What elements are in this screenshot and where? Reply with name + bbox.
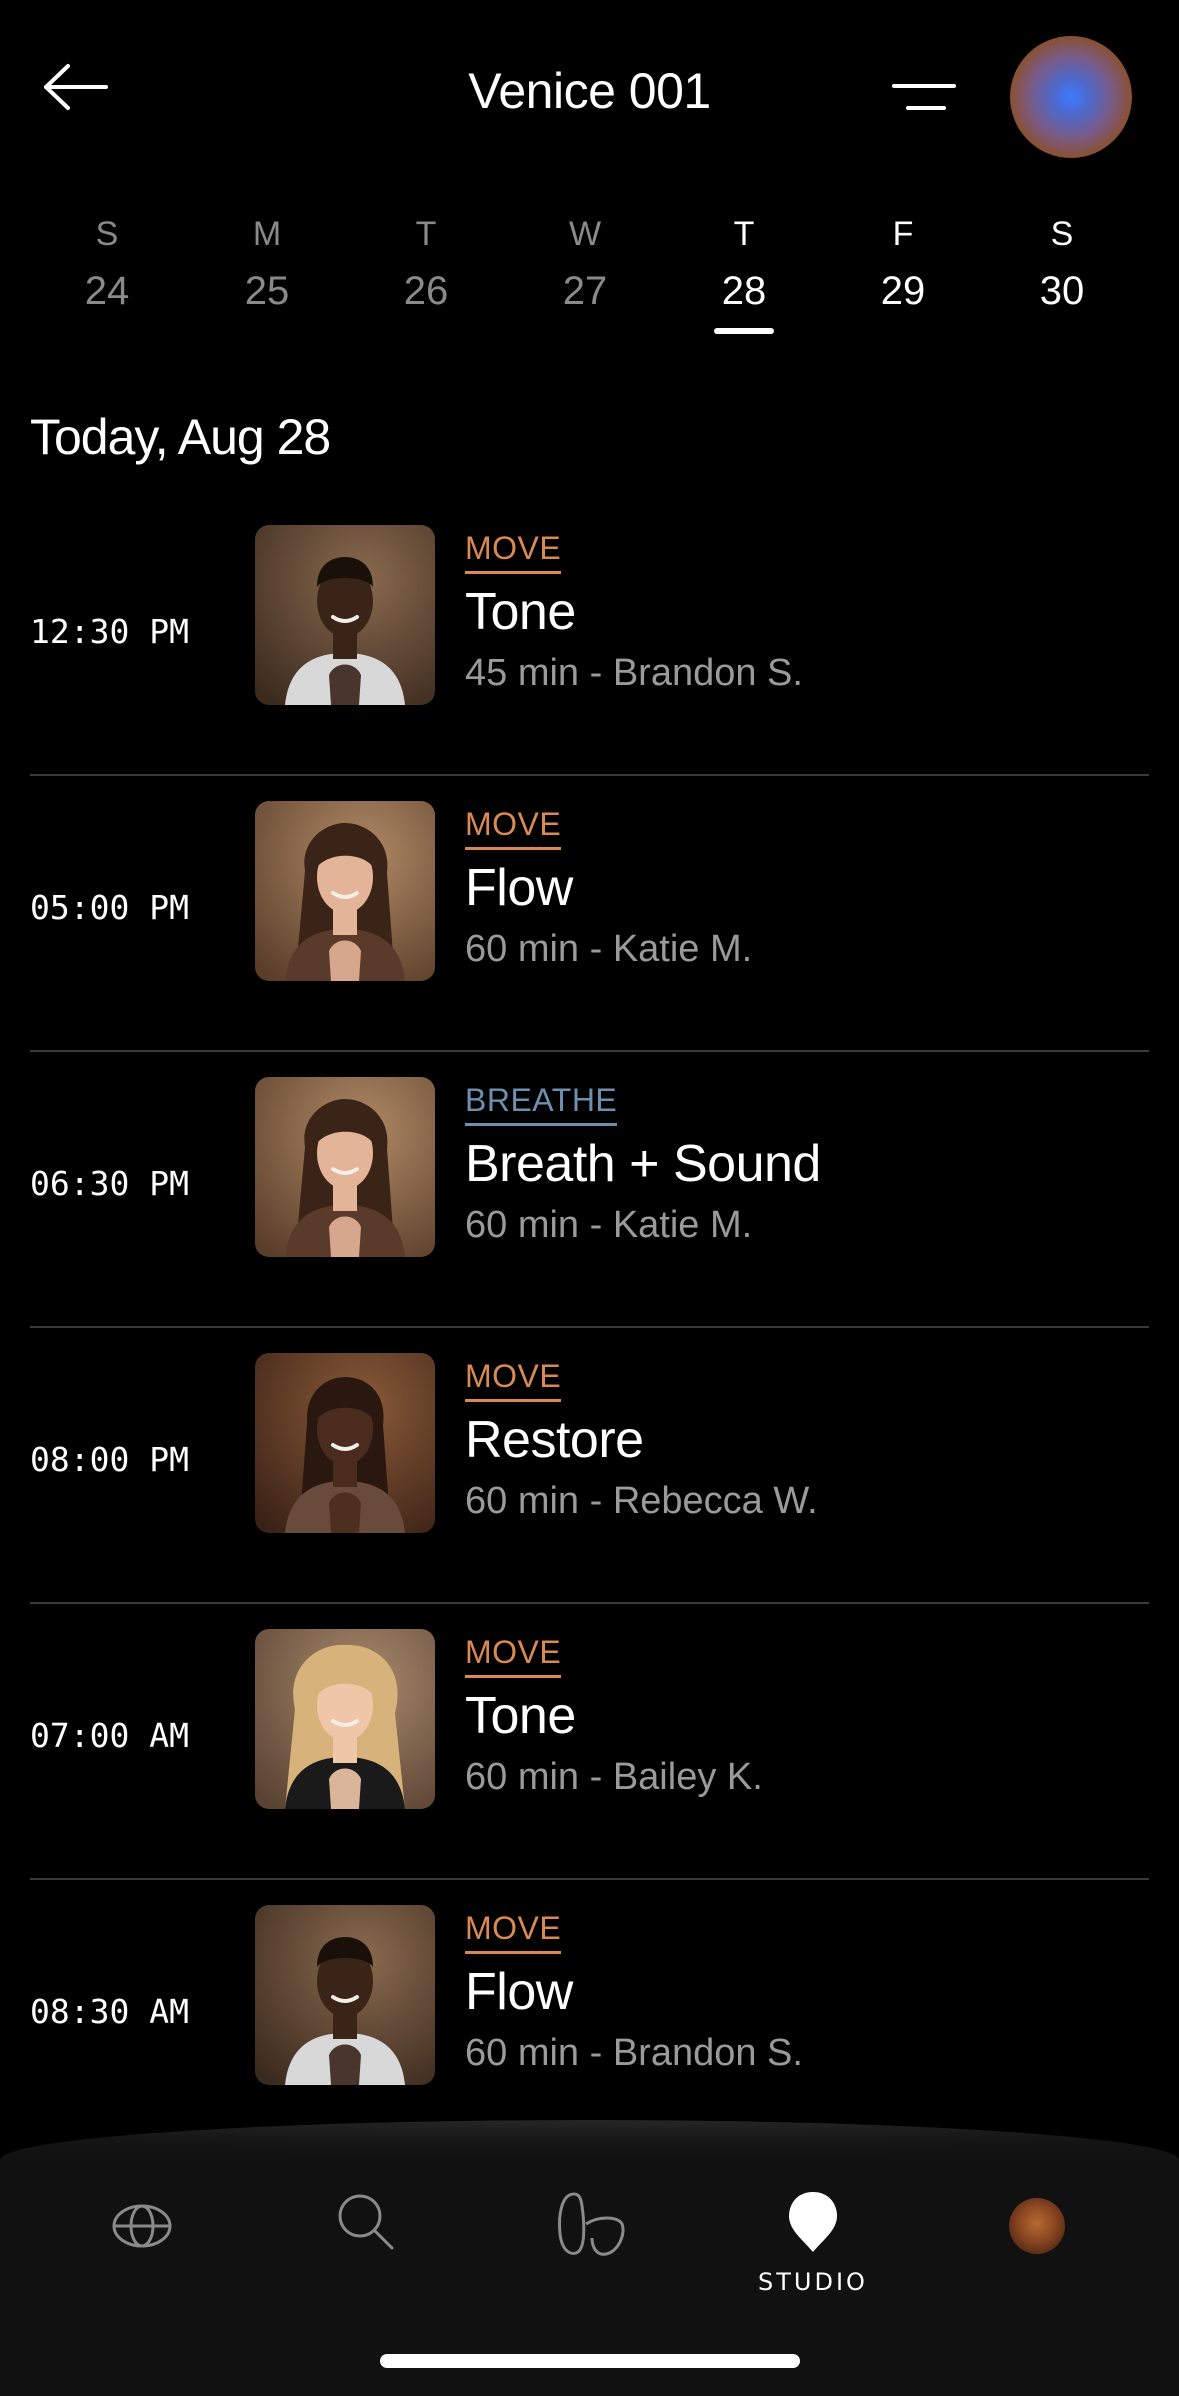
day-number: 30 — [1039, 269, 1085, 313]
top-bar: Venice 001 — [0, 0, 1179, 190]
home-indicator — [380, 2354, 800, 2368]
date-heading: Today, Aug 28 — [30, 409, 331, 465]
class-category: MOVE — [465, 1910, 562, 1954]
day-of-week: T — [733, 215, 755, 253]
instructor-photo — [255, 801, 435, 981]
instructor-photo — [255, 1905, 435, 2085]
class-name: Restore — [465, 1411, 644, 1469]
tab-practice[interactable] — [530, 2190, 650, 2310]
instructor-portrait-brandon — [255, 525, 435, 705]
class-duration-instructor: 60 min - Brandon S. — [465, 2032, 803, 2074]
class-time: 06:30 PM — [30, 1164, 189, 1203]
tab-profile[interactable] — [977, 2190, 1097, 2310]
tab-search[interactable] — [306, 2190, 426, 2310]
instructor-photo — [255, 525, 435, 705]
day-of-week: W — [568, 215, 602, 253]
day-number: 29 — [880, 269, 926, 313]
selected-underline — [714, 328, 774, 334]
day-cell[interactable]: S 24 — [47, 215, 167, 314]
class-row[interactable]: 08:00 PM MOVE Restore 60 min - Rebecca W… — [30, 1328, 1149, 1604]
class-row[interactable]: 08:30 AM MOVE Flow 60 min - Brandon S. — [30, 1880, 1149, 2156]
class-time: 08:00 PM — [30, 1440, 189, 1479]
day-cell[interactable]: F 29 — [843, 215, 963, 314]
class-duration-instructor: 60 min - Katie M. — [465, 1204, 753, 1246]
instructor-photo — [255, 1629, 435, 1809]
class-category: BREATHE — [465, 1082, 618, 1126]
day-cell[interactable]: T 28 — [684, 215, 804, 334]
week-date-picker: S 24 M 25 T 26 W 27 T 28 F 29 S 30 — [0, 215, 1179, 335]
instructor-portrait-katie — [255, 1077, 435, 1257]
instructor-photo — [255, 1077, 435, 1257]
day-of-week: T — [415, 215, 437, 253]
nav-label: STUDIO — [758, 2268, 868, 2296]
day-of-week: M — [252, 215, 282, 253]
class-row[interactable]: 12:30 PM MOVE Tone 45 min - Brandon S. — [30, 500, 1149, 776]
day-of-week: F — [892, 215, 914, 253]
tab-studio[interactable]: STUDIO — [753, 2190, 873, 2310]
class-category: MOVE — [465, 1634, 562, 1678]
feet-icon — [558, 2192, 625, 2256]
class-duration-instructor: 60 min - Katie M. — [465, 928, 753, 970]
instructor-portrait-rebecca — [255, 1353, 435, 1533]
class-category: MOVE — [465, 806, 562, 850]
class-duration-instructor: 60 min - Bailey K. — [465, 1756, 763, 1798]
class-duration-instructor: 60 min - Rebecca W. — [465, 1480, 818, 1522]
class-row[interactable]: 06:30 PM BREATHE Breath + Sound 60 min -… — [30, 1052, 1149, 1328]
day-of-week: S — [1050, 215, 1074, 253]
instructor-portrait-brandon — [255, 1905, 435, 2085]
class-category: MOVE — [465, 530, 562, 574]
page-title: Venice 001 — [468, 63, 711, 119]
user-avatar-orb[interactable] — [1010, 36, 1132, 158]
class-row[interactable]: 07:00 AM MOVE Tone 60 min - Bailey K. — [30, 1604, 1149, 1880]
class-time: 05:00 PM — [30, 888, 189, 927]
instructor-photo — [255, 1353, 435, 1533]
class-name: Flow — [465, 1963, 573, 2021]
class-time: 08:30 AM — [30, 1992, 189, 2031]
profile-avatar-icon — [1009, 2198, 1065, 2254]
class-schedule-list: 12:30 PM MOVE Tone 45 min - Brandon S. 0… — [30, 500, 1149, 2156]
day-cell[interactable]: M 25 — [207, 215, 327, 314]
day-number: 24 — [84, 269, 130, 313]
class-row[interactable]: 05:00 PM MOVE Flow 60 min - Katie M. — [30, 776, 1149, 1052]
filter-lines-icon — [892, 84, 956, 110]
class-category: MOVE — [465, 1358, 562, 1402]
day-cell[interactable]: S 30 — [1002, 215, 1122, 314]
day-cell[interactable]: W 27 — [525, 215, 645, 314]
search-icon — [338, 2194, 394, 2250]
class-time: 12:30 PM — [30, 612, 189, 651]
day-number: 25 — [244, 269, 290, 313]
class-name: Breath + Sound — [465, 1135, 821, 1193]
globe-icon — [112, 2204, 172, 2248]
day-number: 26 — [403, 269, 449, 313]
class-name: Tone — [465, 583, 576, 641]
class-duration-instructor: 45 min - Brandon S. — [465, 652, 803, 694]
instructor-portrait-katie — [255, 801, 435, 981]
day-of-week: S — [95, 215, 119, 253]
day-number: 28 — [721, 269, 767, 313]
class-name: Flow — [465, 859, 573, 917]
day-cell[interactable]: T 26 — [366, 215, 486, 314]
location-pin-icon — [789, 2192, 837, 2252]
filter-button[interactable] — [890, 72, 960, 122]
day-number: 27 — [562, 269, 608, 313]
instructor-portrait-bailey — [255, 1629, 435, 1809]
class-name: Tone — [465, 1687, 576, 1745]
class-time: 07:00 AM — [30, 1716, 189, 1755]
tab-explore[interactable] — [82, 2190, 202, 2310]
